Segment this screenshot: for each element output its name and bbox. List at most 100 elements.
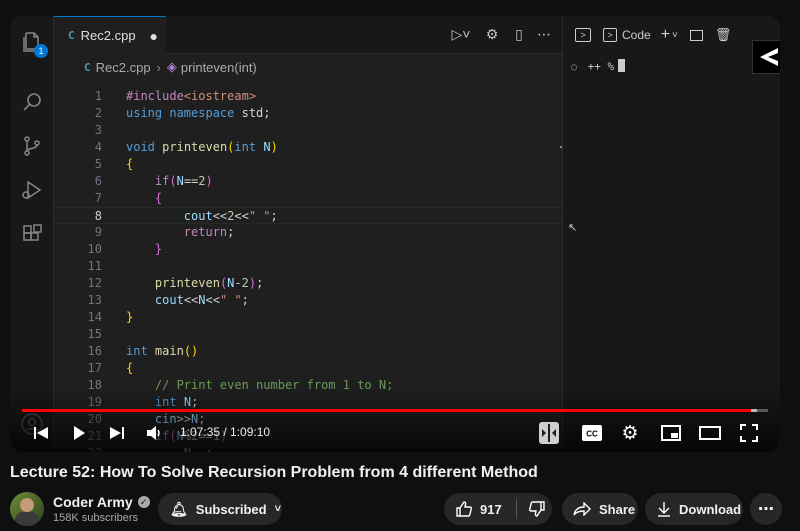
theater-mode-icon[interactable] bbox=[698, 422, 722, 444]
subscribed-label: Subscribed bbox=[195, 501, 267, 517]
share-button[interactable]: Share bbox=[562, 493, 638, 525]
subscribed-button[interactable]: 🔔︎ Subscribed ˅ bbox=[158, 493, 282, 525]
download-icon bbox=[657, 501, 671, 517]
code-line[interactable]: 14} bbox=[54, 309, 562, 326]
svg-text:CC: CC bbox=[586, 430, 598, 439]
channel-avatar[interactable] bbox=[10, 492, 44, 526]
new-terminal-icon[interactable]: + bbox=[661, 26, 670, 44]
terminal-icon[interactable]: > bbox=[575, 28, 591, 42]
subscriber-count: 158K subscribers bbox=[53, 512, 138, 524]
line-number: 13 bbox=[87, 293, 102, 307]
progress-buffered bbox=[750, 409, 757, 412]
next-icon[interactable] bbox=[106, 422, 128, 444]
code-line[interactable]: 11 bbox=[54, 258, 562, 275]
code-line[interactable]: 6 if(N==2) bbox=[54, 173, 562, 190]
code-text: #include<iostream> bbox=[126, 89, 257, 103]
run-debug-icon bbox=[20, 178, 44, 202]
line-number: 4 bbox=[94, 140, 102, 154]
breadcrumb-file[interactable]: Rec2.cpp bbox=[96, 60, 151, 75]
code-text: cout<<N<<" "; bbox=[154, 293, 249, 307]
run-dropdown-icon[interactable]: ▷˅ bbox=[446, 25, 476, 43]
search-icon bbox=[20, 90, 44, 114]
terminal-output[interactable]: ○ ++ % bbox=[571, 59, 626, 73]
like-divider bbox=[515, 499, 517, 519]
channel-watermark-logo[interactable] bbox=[752, 40, 780, 74]
settings-gear-icon[interactable]: ⚙ bbox=[483, 25, 501, 43]
breadcrumb-separator-icon: › bbox=[156, 59, 161, 75]
code-line[interactable]: 4 void printeven(int N) bbox=[54, 139, 562, 156]
progress-bar[interactable] bbox=[22, 409, 768, 412]
share-icon bbox=[573, 502, 591, 516]
code-line[interactable]: 15 bbox=[54, 326, 562, 343]
files-icon: 1 bbox=[20, 30, 48, 58]
code-line[interactable]: 7 { bbox=[54, 190, 562, 207]
line-number: 1 bbox=[94, 89, 102, 103]
breadcrumb-symbol[interactable]: printeven(int) bbox=[181, 60, 257, 75]
tab-label: Rec2.cpp bbox=[80, 28, 136, 43]
line-number: 2 bbox=[94, 106, 102, 120]
code-line[interactable]: 2 using namespace std; bbox=[54, 105, 562, 122]
download-button[interactable]: Download bbox=[645, 493, 743, 525]
code-text: { bbox=[126, 157, 134, 171]
terminal-code-icon[interactable]: > bbox=[603, 28, 617, 42]
terminal-name[interactable]: Code bbox=[622, 28, 651, 42]
play-icon[interactable] bbox=[68, 422, 90, 444]
code-line[interactable]: 8 cout<<2<<" "; bbox=[54, 207, 562, 224]
panel-toolbar: > > Code + ˅ 🗑 bbox=[563, 16, 780, 54]
terminal-prompt: ++ % bbox=[587, 60, 615, 73]
split-terminal-icon[interactable] bbox=[689, 29, 703, 41]
settings-icon[interactable]: ⚙ bbox=[619, 422, 641, 444]
like-icon[interactable] bbox=[456, 501, 472, 517]
code-line[interactable]: 13 cout<<N<<" "; bbox=[54, 292, 562, 309]
code-line[interactable]: 10 } bbox=[54, 241, 562, 258]
line-number: 3 bbox=[94, 123, 102, 137]
line-number: 6 bbox=[94, 174, 102, 188]
editor-tab-bar: C Rec2.cpp ● ▷˅ ⚙ ▯ ⋯ bbox=[54, 16, 562, 54]
fullscreen-icon[interactable] bbox=[738, 422, 760, 444]
tab-rec2-cpp[interactable]: C Rec2.cpp ● bbox=[54, 16, 166, 54]
previous-icon[interactable] bbox=[30, 422, 52, 444]
channel-name-text[interactable]: Coder Army bbox=[53, 494, 133, 510]
cpp-file-icon: C bbox=[68, 29, 75, 42]
code-text: } bbox=[126, 310, 134, 324]
dislike-icon[interactable] bbox=[528, 501, 545, 517]
like-count[interactable]: 917 bbox=[480, 502, 502, 517]
code-line[interactable]: 5{ bbox=[54, 156, 562, 173]
line-number: 7 bbox=[94, 191, 102, 205]
chevron-down-icon[interactable]: ˅ bbox=[672, 30, 678, 41]
code-line[interactable]: 1 #include<iostream> bbox=[54, 88, 562, 105]
trash-icon[interactable]: 🗑 bbox=[715, 27, 732, 43]
code-line[interactable]: 17 { bbox=[54, 360, 562, 377]
captions-icon[interactable]: CC bbox=[580, 422, 604, 444]
line-number: 16 bbox=[87, 344, 102, 358]
line-number: 8 bbox=[94, 209, 102, 223]
volume-icon[interactable] bbox=[144, 422, 166, 444]
chevron-down-icon: ˅ bbox=[274, 503, 282, 515]
more-options-icon[interactable]: ⋯ bbox=[750, 493, 782, 525]
symbol-method-icon: ◈ bbox=[166, 59, 177, 74]
youtube-watch-page: 1 C Rec2.cpp ● ▷˅ ⚙ ▯ ⋯ C Rec2.cpp › ◈ p… bbox=[0, 0, 800, 531]
code-line[interactable]: 16 int main() bbox=[54, 343, 562, 360]
extensions-icon bbox=[20, 222, 44, 246]
video-player[interactable]: 1 C Rec2.cpp ● ▷˅ ⚙ ▯ ⋯ C Rec2.cpp › ◈ p… bbox=[10, 16, 780, 452]
code-line[interactable]: 3 bbox=[54, 122, 562, 139]
split-editor-icon[interactable]: ▯ bbox=[510, 25, 528, 43]
code-line[interactable]: 12 printeven(N-2); bbox=[54, 275, 562, 292]
more-actions-icon[interactable]: ⋯ bbox=[535, 25, 553, 43]
share-label: Share bbox=[599, 501, 636, 517]
code-text: using namespace std; bbox=[126, 106, 271, 120]
unsaved-dot-icon: ● bbox=[149, 27, 159, 44]
code-line[interactable]: 9 return; bbox=[54, 224, 562, 241]
code-text: void printeven(int N) bbox=[126, 140, 278, 154]
mouse-pointer-icon: ↖ bbox=[568, 222, 578, 234]
miniplayer-icon[interactable] bbox=[659, 422, 683, 444]
code-text: { bbox=[126, 361, 134, 375]
timecode: 1:07:35 / 1:09:10 bbox=[180, 425, 271, 439]
autoplay-toggle-icon[interactable] bbox=[538, 421, 560, 445]
code-text: if(N==2) bbox=[154, 174, 213, 188]
like-dislike-group: 917 bbox=[444, 493, 552, 525]
line-number: 10 bbox=[87, 242, 102, 256]
breadcrumb: C Rec2.cpp › ◈ printeven(int) bbox=[84, 56, 257, 78]
channel-name[interactable]: Coder Army ✓ bbox=[53, 494, 150, 510]
code-text: } bbox=[154, 242, 163, 256]
